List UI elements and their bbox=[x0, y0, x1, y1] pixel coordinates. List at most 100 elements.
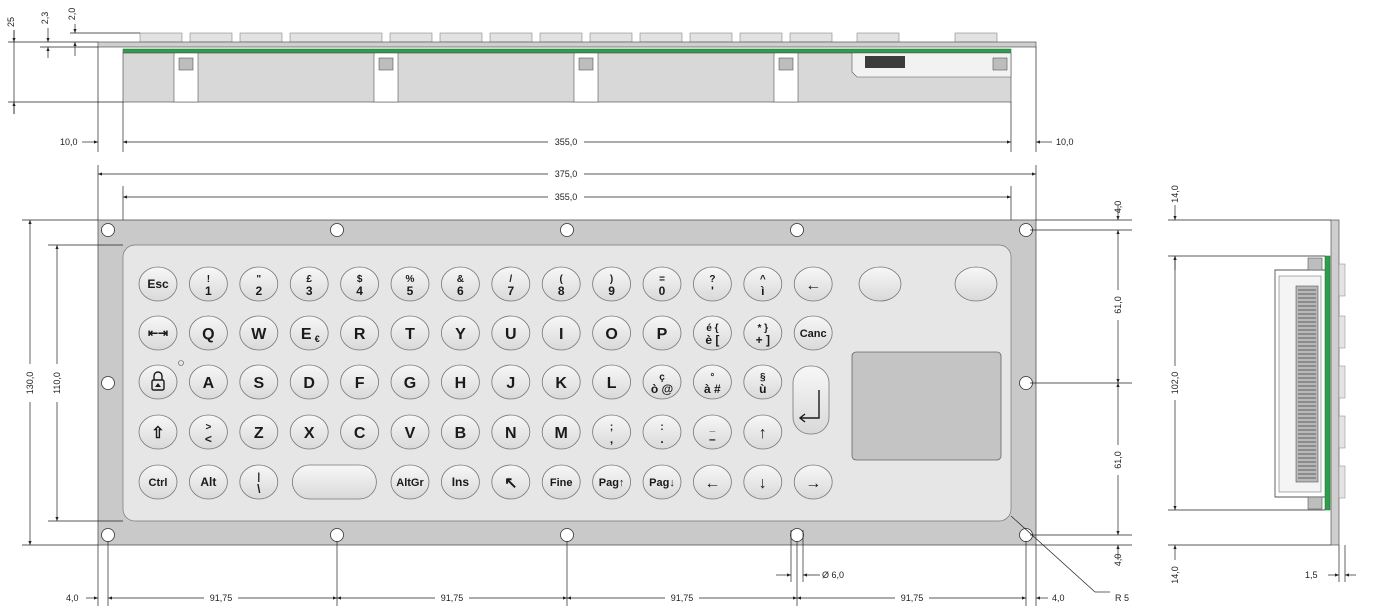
key-row4-4[interactable]: C bbox=[340, 414, 380, 450]
key-row2-4[interactable]: R bbox=[340, 315, 380, 351]
key-row4-7[interactable]: N bbox=[491, 414, 531, 450]
dim-overall-height: 130,0 bbox=[25, 372, 35, 395]
key-row2-5[interactable]: T bbox=[390, 315, 430, 351]
key-label: € bbox=[315, 334, 320, 344]
key-row4-6[interactable]: B bbox=[440, 414, 480, 450]
key-row4-12[interactable]: ↑ bbox=[743, 414, 783, 450]
key-row3-0[interactable] bbox=[138, 364, 178, 400]
key-row3-4[interactable]: F bbox=[340, 364, 380, 400]
key-row3-11[interactable]: °à # bbox=[693, 364, 732, 400]
key-label: U bbox=[505, 326, 517, 343]
blank-key-right[interactable] bbox=[954, 266, 998, 302]
key-row1-10[interactable]: =0 bbox=[642, 266, 682, 302]
key-row1-2[interactable]: "2 bbox=[239, 266, 279, 302]
key-row3-8[interactable]: K bbox=[541, 364, 581, 400]
key-row4-8[interactable]: M bbox=[541, 414, 581, 450]
key-row5-4[interactable]: AltGr bbox=[390, 464, 430, 500]
side-pcb-vertical bbox=[1324, 255, 1331, 511]
key-row1-13[interactable]: ← bbox=[793, 266, 833, 302]
key-label: R bbox=[354, 326, 366, 343]
key-row5-11[interactable]: ↓ bbox=[743, 464, 783, 500]
key-row5-1[interactable]: Alt bbox=[188, 464, 228, 500]
key-row2-7[interactable]: U bbox=[491, 315, 531, 351]
key-label: S bbox=[253, 375, 264, 392]
key-row4-5[interactable]: V bbox=[390, 414, 430, 450]
key-row2-1[interactable]: Q bbox=[188, 315, 228, 351]
key-row4-11[interactable]: _– bbox=[693, 414, 732, 450]
key-label: ù bbox=[759, 382, 766, 396]
key-label: ← bbox=[704, 475, 720, 492]
key-label: ↖ bbox=[504, 475, 517, 492]
key-row1-9[interactable]: )9 bbox=[592, 266, 631, 302]
key-row1-1[interactable]: !1 bbox=[188, 266, 228, 302]
key-row1-8[interactable]: (8 bbox=[541, 266, 581, 302]
key-label: Pag↓ bbox=[649, 477, 675, 489]
key-row2-2[interactable]: W bbox=[239, 315, 279, 351]
key-row4-10[interactable]: :. bbox=[642, 414, 682, 450]
key-row3-6[interactable]: H bbox=[440, 364, 480, 400]
key-row3-5[interactable]: G bbox=[390, 364, 430, 400]
key-row3-10[interactable]: çò @ bbox=[642, 364, 682, 400]
key-row3-9[interactable]: L bbox=[592, 364, 631, 400]
key-label: B bbox=[455, 425, 467, 442]
key-row2-0[interactable]: ⇤⇥ bbox=[138, 315, 178, 351]
key-label: è [ bbox=[705, 333, 719, 347]
key-label: à # bbox=[704, 382, 721, 396]
dim-inner-width-mid: 355,0 bbox=[555, 192, 578, 202]
key-row3-1[interactable]: A bbox=[188, 364, 228, 400]
key-row3-12[interactable]: §ù bbox=[743, 364, 783, 400]
key-row5-3[interactable] bbox=[291, 464, 377, 500]
key-row4-9[interactable]: ;, bbox=[592, 414, 631, 450]
key-label: 1 bbox=[205, 284, 212, 298]
key-row1-4[interactable]: $4 bbox=[340, 266, 380, 302]
key-row5-8[interactable]: Pag↑ bbox=[592, 464, 631, 500]
touchpad[interactable] bbox=[851, 351, 1002, 461]
key-row2-8[interactable]: I bbox=[541, 315, 581, 351]
key-row2-12[interactable]: * }+ ] bbox=[743, 315, 783, 351]
key-row1-7[interactable]: /7 bbox=[491, 266, 531, 302]
side-keycaps bbox=[1338, 263, 1346, 499]
key-row2-6[interactable]: Y bbox=[440, 315, 480, 351]
key-row1-11[interactable]: ?' bbox=[693, 266, 732, 302]
key-row4-2[interactable]: Z bbox=[239, 414, 279, 450]
key-row5-5[interactable]: Ins bbox=[440, 464, 480, 500]
dim-hole-pitch-4: 91,75 bbox=[901, 593, 924, 603]
key-label: P bbox=[657, 326, 668, 343]
key-row5-2[interactable]: |\ bbox=[239, 464, 279, 500]
key-row5-10[interactable]: ← bbox=[693, 464, 732, 500]
key-label: 7 bbox=[507, 284, 514, 298]
dim-right-lower-pitch: 61,0 bbox=[1113, 451, 1123, 469]
key-row1-3[interactable]: £3 bbox=[289, 266, 329, 302]
key-row4-3[interactable]: X bbox=[289, 414, 329, 450]
key-row5-12[interactable]: → bbox=[793, 464, 833, 500]
key-label: L bbox=[607, 375, 617, 392]
key-row5-9[interactable]: Pag↓ bbox=[642, 464, 682, 500]
key-row2-13[interactable]: Canc bbox=[793, 315, 833, 351]
dim-top-left-a: 2,3 bbox=[40, 12, 50, 25]
side-pcb bbox=[122, 48, 1012, 54]
key-row3-2[interactable]: S bbox=[239, 364, 279, 400]
key-row2-11[interactable]: é {è [ bbox=[693, 315, 732, 351]
key-row2-9[interactable]: O bbox=[592, 315, 631, 351]
key-row2-3[interactable]: E € bbox=[289, 315, 329, 351]
side-plate bbox=[1330, 219, 1340, 546]
key-label: Y bbox=[455, 326, 466, 343]
key-label: ò @ bbox=[651, 382, 673, 396]
key-row3-7[interactable]: J bbox=[491, 364, 531, 400]
key-label: 3 bbox=[306, 284, 313, 298]
key-row5-7[interactable]: Fine bbox=[541, 464, 581, 500]
enter-key[interactable] bbox=[792, 365, 830, 435]
key-row3-3[interactable]: D bbox=[289, 364, 329, 400]
key-row4-0[interactable]: ⇧ bbox=[138, 414, 178, 450]
dim-hole-pitch-1: 91,75 bbox=[210, 593, 233, 603]
blank-key-left[interactable] bbox=[858, 266, 902, 302]
key-row1-12[interactable]: ^ì bbox=[743, 266, 783, 302]
key-row1-5[interactable]: %5 bbox=[390, 266, 430, 302]
key-row1-0[interactable]: Esc bbox=[138, 266, 178, 302]
key-row1-6[interactable]: &6 bbox=[440, 266, 480, 302]
key-row5-0[interactable]: Ctrl bbox=[138, 464, 178, 500]
key-row4-1[interactable]: >< bbox=[188, 414, 228, 450]
key-row5-6[interactable]: ↖ bbox=[491, 464, 531, 500]
key-label: ↑ bbox=[759, 425, 767, 442]
key-row2-10[interactable]: P bbox=[642, 315, 682, 351]
